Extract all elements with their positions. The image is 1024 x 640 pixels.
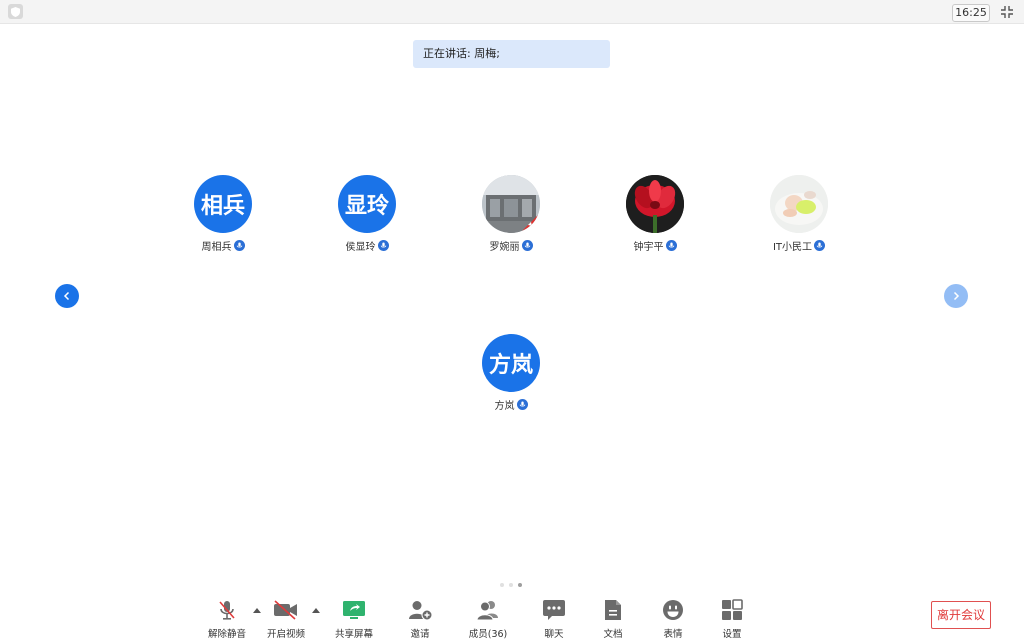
mic-status-icon: [233, 240, 245, 251]
participant-tile[interactable]: 相兵 周相兵: [168, 175, 278, 253]
settings-label: 设置: [722, 629, 742, 640]
invite-label: 邀请: [410, 629, 430, 640]
security-shield-icon[interactable]: [8, 4, 23, 19]
participant-tile[interactable]: 显玲 侯显玲: [312, 175, 422, 253]
avatar-photo: [770, 175, 828, 233]
top-bar: 16:25: [0, 0, 1024, 24]
emoji-button[interactable]: 表情: [643, 598, 703, 640]
participant-name: 方岚: [494, 401, 515, 412]
settings-button[interactable]: 设置: [702, 598, 762, 640]
participant-tile[interactable]: IT小民工: [744, 175, 854, 253]
exit-fullscreen-icon[interactable]: [998, 4, 1016, 20]
unmute-label: 解除静音: [207, 629, 246, 640]
chat-button[interactable]: 聊天: [524, 598, 584, 640]
page-dot[interactable]: [509, 583, 513, 587]
start-video-button[interactable]: 开启视频: [256, 598, 316, 640]
docs-label: 文档: [603, 629, 623, 640]
avatar-photo: [626, 175, 684, 233]
chat-icon: [524, 598, 584, 622]
emoji-icon: [643, 598, 703, 622]
participant-tile[interactable]: 方岚 方岚: [456, 334, 566, 412]
next-page-button[interactable]: [944, 284, 968, 308]
participant-name: 周相兵: [201, 242, 232, 253]
chevron-right-icon: [953, 291, 960, 301]
participant-name: IT小民工: [772, 242, 813, 253]
participant-name: 罗婉丽: [489, 242, 520, 253]
speaking-indicator: 正在讲话: 周梅;: [413, 40, 610, 68]
video-off-icon: [256, 598, 316, 622]
invite-button[interactable]: 邀请: [390, 598, 450, 640]
start-video-label: 开启视频: [266, 629, 305, 640]
avatar: 方岚: [482, 334, 540, 392]
avatar: 相兵: [194, 175, 252, 233]
members-button[interactable]: 成员(36): [458, 598, 518, 640]
document-icon: [583, 598, 643, 622]
mic-status-icon: [516, 399, 528, 410]
mic-status-icon: [521, 240, 533, 251]
participant-tile[interactable]: 罗婉丽: [456, 175, 566, 253]
add-user-icon: [390, 598, 450, 622]
members-icon: [458, 598, 518, 622]
share-screen-button[interactable]: 共享屏幕: [324, 598, 384, 640]
page-dot-active[interactable]: [518, 583, 522, 587]
mic-muted-icon: [197, 598, 257, 622]
meeting-clock: 16:25: [952, 4, 990, 22]
previous-page-button[interactable]: [55, 284, 79, 308]
participant-name: 侯显玲: [345, 242, 376, 253]
avatar: 显玲: [338, 175, 396, 233]
settings-grid-icon: [702, 598, 762, 622]
mic-status-icon: [665, 240, 677, 251]
participant-tile[interactable]: 钟宇平: [600, 175, 710, 253]
mic-status-icon: [377, 240, 389, 251]
emoji-label: 表情: [663, 629, 683, 640]
avatar-photo: [482, 175, 540, 233]
members-label: 成员(36): [468, 629, 508, 640]
share-screen-icon: [324, 598, 384, 622]
chat-label: 聊天: [544, 629, 564, 640]
chevron-left-icon: [63, 291, 70, 301]
participant-name: 钟宇平: [633, 242, 664, 253]
video-options-caret-icon[interactable]: [312, 607, 320, 613]
page-indicator: [500, 583, 522, 587]
mic-status-icon: [814, 240, 826, 251]
docs-button[interactable]: 文档: [583, 598, 643, 640]
share-screen-label: 共享屏幕: [334, 629, 373, 640]
unmute-button[interactable]: 解除静音: [197, 598, 257, 640]
page-dot[interactable]: [500, 583, 504, 587]
leave-meeting-button[interactable]: 离开会议: [931, 601, 991, 629]
